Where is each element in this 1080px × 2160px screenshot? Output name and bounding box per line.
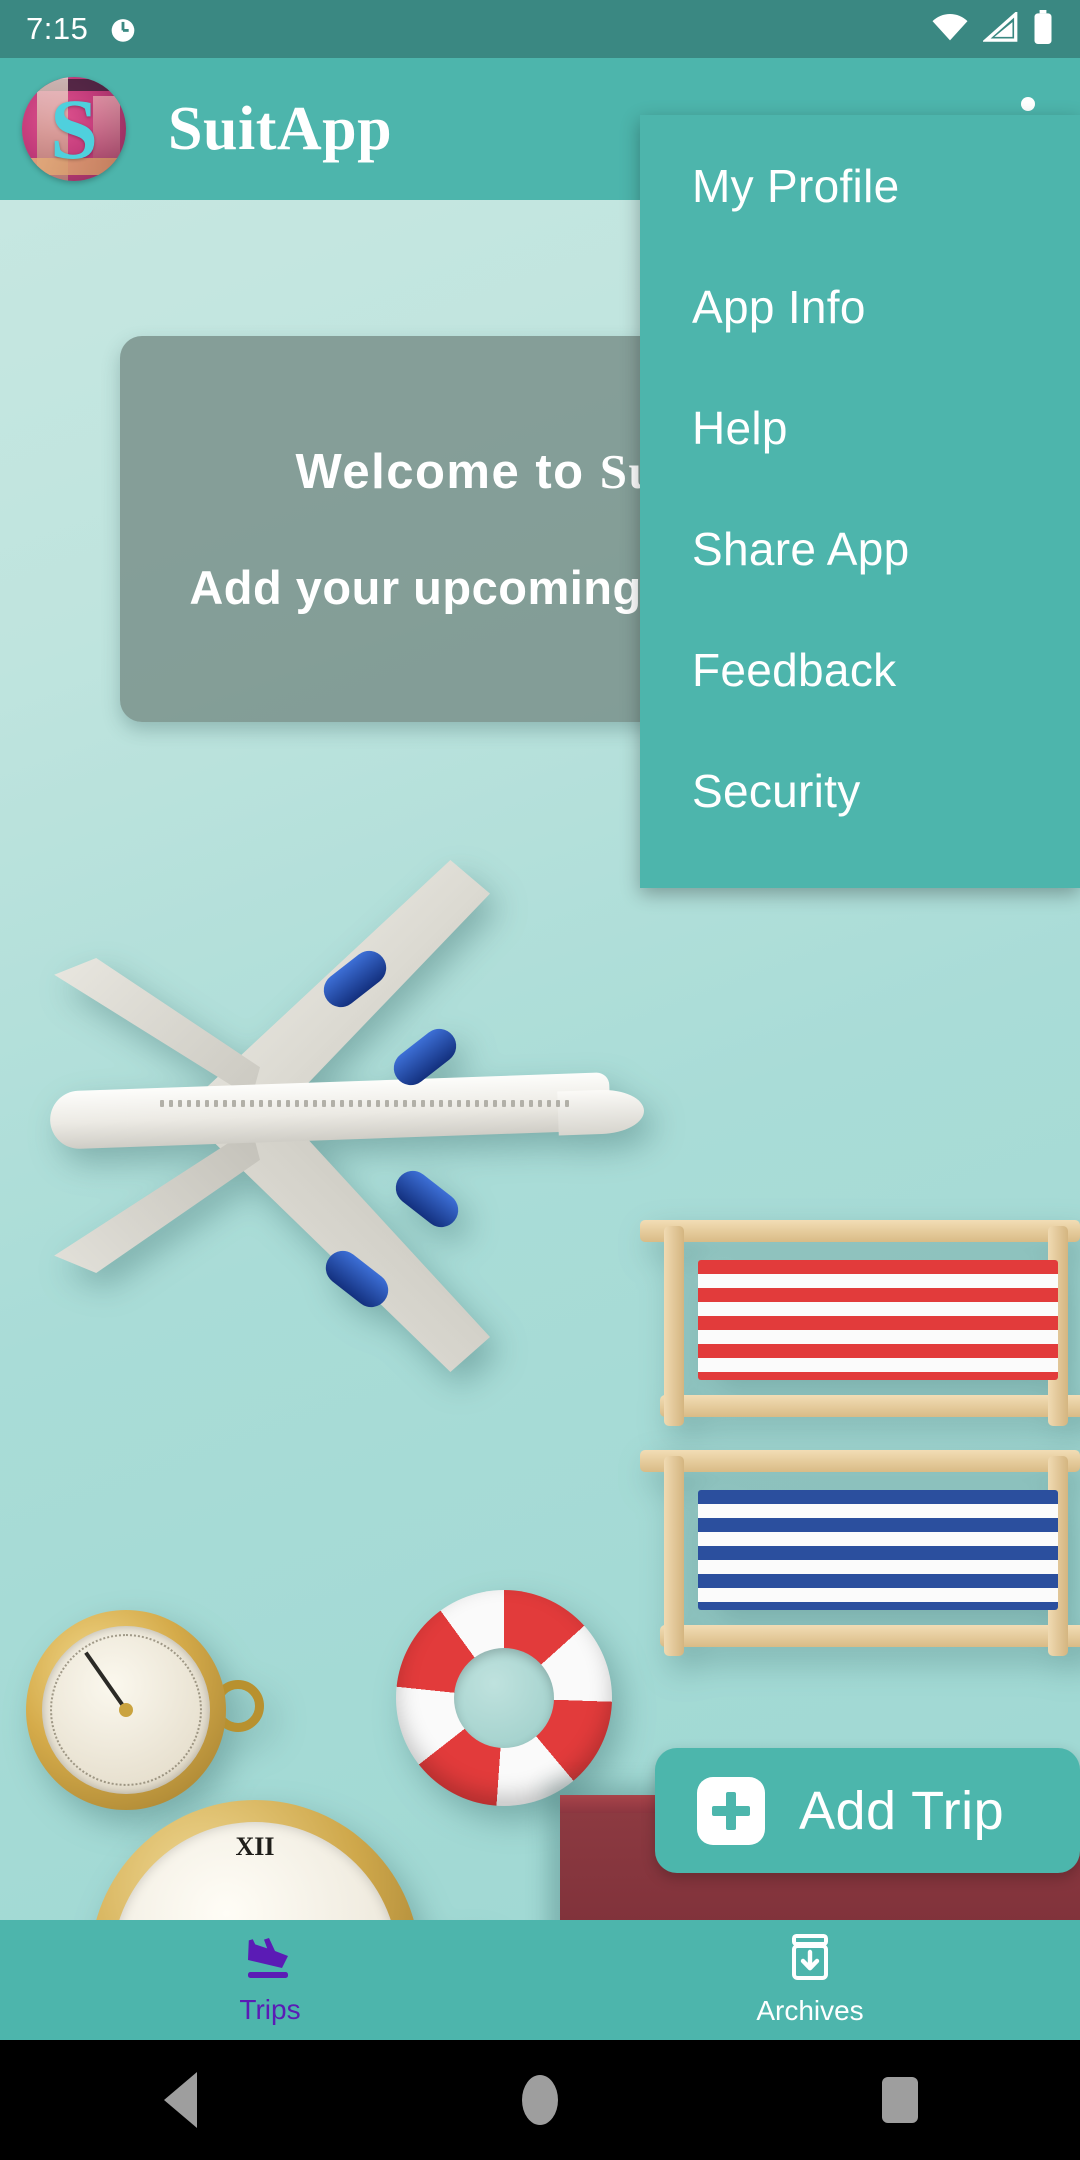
welcome-title-prefix: Welcome to [295, 445, 600, 500]
menu-item-my-profile[interactable]: My Profile [640, 125, 1080, 246]
battery-full-icon [1032, 9, 1054, 49]
bottom-navigation: Trips Archives [0, 1920, 1080, 2040]
deck-chair-blue-photo [640, 1450, 1080, 1660]
menu-item-label: Help [692, 401, 788, 454]
logo-letter: S [50, 81, 98, 177]
menu-item-help[interactable]: Help [640, 367, 1080, 488]
deck-chair-red-photo [640, 1220, 1080, 1430]
menu-item-security[interactable]: Security [640, 730, 1080, 851]
android-navigation-bar [0, 2040, 1080, 2160]
add-trip-label: Add Trip [799, 1780, 1005, 1841]
flight-land-icon [242, 1934, 298, 1985]
brass-compass-photo [26, 1610, 264, 1810]
plus-square-icon [697, 1776, 765, 1845]
home-circle-icon [522, 2075, 558, 2125]
pocket-watch-photo: XII III VI IX [90, 1800, 420, 1920]
add-trip-button[interactable]: Add Trip [655, 1748, 1080, 1873]
status-bar-icons [930, 9, 1054, 49]
page-title: SuitApp [168, 94, 393, 163]
menu-item-label: Share App [692, 522, 910, 575]
recents-square-icon [882, 2077, 918, 2123]
cell-signal-icon [981, 9, 1019, 47]
menu-item-share-app[interactable]: Share App [640, 488, 1080, 609]
phone-screen: 7:15 S SuitApp XII Welcome to Add your u… [0, 0, 1080, 2160]
model-airplane-photo [10, 850, 645, 1372]
alarm-clock-icon [106, 12, 140, 46]
back-triangle-icon [163, 2072, 197, 2128]
menu-item-label: Security [692, 764, 861, 817]
menu-item-label: My Profile [692, 159, 900, 212]
menu-item-label: Feedback [692, 643, 897, 696]
menu-item-label: App Info [692, 280, 866, 333]
menu-item-app-info[interactable]: App Info [640, 246, 1080, 367]
status-bar: 7:15 [0, 0, 1080, 58]
back-button[interactable] [0, 2072, 360, 2128]
recents-button[interactable] [720, 2077, 1080, 2123]
status-bar-clock: 7:15 [26, 11, 89, 46]
overflow-dropdown-menu: My Profile App Info Help Share App Feedb… [640, 115, 1080, 888]
archive-icon [785, 1933, 835, 1986]
home-button[interactable] [360, 2075, 720, 2125]
bottom-nav-item-archives[interactable]: Archives [540, 1920, 1080, 2040]
life-ring-photo [396, 1590, 612, 1806]
suitapp-logo[interactable]: S [22, 77, 126, 181]
menu-item-feedback[interactable]: Feedback [640, 609, 1080, 730]
overflow-dot-icon [1021, 97, 1035, 111]
bottom-nav-label: Trips [239, 1994, 301, 2025]
bottom-nav-item-trips[interactable]: Trips [0, 1920, 540, 2040]
bottom-nav-label: Archives [756, 1995, 864, 2026]
wifi-icon [930, 12, 970, 47]
